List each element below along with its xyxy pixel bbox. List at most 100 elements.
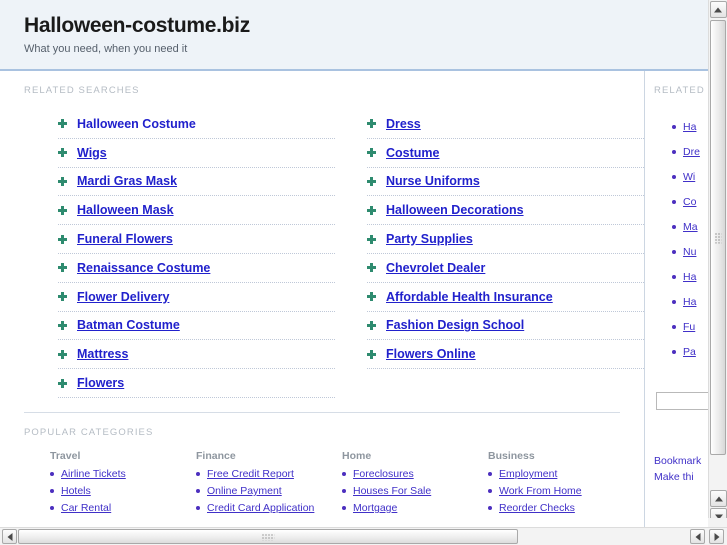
category-link[interactable]: Car Rental (61, 502, 111, 514)
sidebar-link-item[interactable]: Ma (672, 214, 708, 239)
related-search-item[interactable]: Funeral Flowers (58, 225, 335, 254)
related-search-link[interactable]: Halloween Decorations (386, 203, 524, 217)
category-item[interactable]: Free Credit Report (196, 468, 342, 480)
related-search-link[interactable]: Mattress (77, 347, 128, 361)
category-item[interactable]: Car Rental (50, 502, 196, 514)
related-search-link[interactable]: Affordable Health Insurance (386, 290, 553, 304)
related-search-item[interactable]: Halloween Mask (58, 196, 335, 226)
category-item[interactable]: Employment (488, 468, 634, 480)
related-search-link[interactable]: Party Supplies (386, 232, 473, 246)
sidebar-link-item[interactable]: Ha (672, 264, 708, 289)
category-item[interactable]: Houses For Sale (342, 485, 488, 497)
related-search-item[interactable]: Halloween Costume (58, 110, 335, 139)
related-search-item[interactable]: Flower Delivery (58, 283, 335, 312)
sidebar-link-item[interactable]: Ha (672, 289, 708, 314)
related-search-link[interactable]: Halloween Costume (77, 117, 196, 131)
category-item[interactable]: Airline Tickets (50, 468, 196, 480)
related-search-item[interactable]: Party Supplies (367, 225, 644, 254)
triangle-left-icon (7, 532, 12, 541)
star-bullet-icon (367, 320, 376, 330)
category-item[interactable]: Online Payment (196, 485, 342, 497)
related-search-item[interactable]: Flowers Online (367, 340, 644, 370)
sidebar-link[interactable]: Dre (683, 146, 700, 158)
category-link[interactable]: Houses For Sale (353, 485, 431, 497)
sidebar-link-item[interactable]: Dre (672, 139, 708, 164)
category-item[interactable]: Reorder Checks (488, 502, 634, 514)
related-search-item[interactable]: Renaissance Costume (58, 254, 335, 283)
sidebar-link-item[interactable]: Fu (672, 314, 708, 339)
make-homepage-link[interactable]: Make thi (654, 469, 708, 485)
sidebar-footer-links[interactable]: Bookmark Make thi (646, 411, 708, 486)
category-link[interactable]: Work From Home (499, 485, 582, 497)
related-search-item[interactable]: Costume (367, 139, 644, 168)
sidebar-link[interactable]: Ha (683, 121, 696, 133)
related-search-item[interactable]: Chevrolet Dealer (367, 254, 644, 283)
sidebar-link[interactable]: Nu (683, 246, 696, 258)
vertical-scrollbar[interactable] (708, 0, 727, 527)
related-search-item[interactable]: Batman Costume (58, 312, 335, 341)
related-search-link[interactable]: Renaissance Costume (77, 261, 210, 275)
related-search-link[interactable]: Flower Delivery (77, 290, 169, 304)
sidebar-link[interactable]: Wi (683, 171, 695, 183)
category-item[interactable]: Foreclosures (342, 468, 488, 480)
related-search-item[interactable]: Nurse Uniforms (367, 168, 644, 197)
horizontal-scrollbar[interactable] (0, 527, 727, 545)
related-search-item[interactable]: Wigs (58, 139, 335, 168)
dot-bullet-icon (672, 199, 676, 204)
category-link[interactable]: Employment (499, 468, 557, 480)
related-search-item[interactable]: Mardi Gras Mask (58, 168, 335, 197)
related-search-link[interactable]: Flowers (77, 376, 124, 390)
bookmark-link[interactable]: Bookmark (654, 453, 708, 469)
category-link[interactable]: Mortgage (353, 502, 397, 514)
scroll-up-button-bottom[interactable] (710, 490, 727, 507)
scroll-left-button-right[interactable] (690, 529, 705, 544)
vertical-scrollbar-thumb[interactable] (710, 20, 726, 455)
related-search-link[interactable]: Nurse Uniforms (386, 174, 480, 188)
category-item[interactable]: Mortgage (342, 502, 488, 514)
related-search-link[interactable]: Chevrolet Dealer (386, 261, 485, 275)
category-link[interactable]: Airline Tickets (61, 468, 126, 480)
related-search-item[interactable]: Affordable Health Insurance (367, 283, 644, 312)
category-link[interactable]: Reorder Checks (499, 502, 575, 514)
related-search-item[interactable]: Dress (367, 110, 644, 139)
star-bullet-icon (58, 176, 67, 186)
category-link[interactable]: Foreclosures (353, 468, 414, 480)
related-search-link[interactable]: Halloween Mask (77, 203, 174, 217)
sidebar-link-item[interactable]: Pa (672, 339, 708, 364)
sidebar-link-item[interactable]: Nu (672, 239, 708, 264)
horizontal-scrollbar-thumb[interactable] (18, 529, 518, 544)
scroll-left-button[interactable] (2, 529, 17, 544)
main-content: RELATED SEARCHES Halloween Costume Wigs Ma… (0, 71, 645, 527)
related-search-link[interactable]: Funeral Flowers (77, 232, 173, 246)
category-item[interactable]: Hotels (50, 485, 196, 497)
sidebar-link-item[interactable]: Ha (672, 114, 708, 139)
related-search-link[interactable]: Wigs (77, 146, 107, 160)
category-link[interactable]: Hotels (61, 485, 91, 497)
sidebar-link[interactable]: Ha (683, 271, 696, 283)
category-link[interactable]: Credit Card Application (207, 502, 314, 514)
category-link[interactable]: Online Payment (207, 485, 282, 497)
sidebar-link-item[interactable]: Wi (672, 164, 708, 189)
related-search-item[interactable]: Flowers (58, 369, 335, 398)
scroll-right-button[interactable] (709, 529, 724, 544)
category-item[interactable]: Credit Card Application (196, 502, 342, 514)
sidebar-link[interactable]: Ha (683, 296, 696, 308)
related-search-item[interactable]: Mattress (58, 340, 335, 370)
related-search-link[interactable]: Fashion Design School (386, 318, 524, 332)
related-search-link[interactable]: Flowers Online (386, 347, 476, 361)
related-search-link[interactable]: Dress (386, 117, 421, 131)
related-search-link[interactable]: Mardi Gras Mask (77, 174, 177, 188)
sidebar-link[interactable]: Ma (683, 221, 698, 233)
category-item[interactable]: Work From Home (488, 485, 634, 497)
sidebar-link[interactable]: Fu (683, 321, 695, 333)
sidebar-link[interactable]: Co (683, 196, 696, 208)
category-link[interactable]: Free Credit Report (207, 468, 294, 480)
related-search-link[interactable]: Costume (386, 146, 439, 160)
related-search-item[interactable]: Halloween Decorations (367, 196, 644, 226)
related-search-link[interactable]: Batman Costume (77, 318, 180, 332)
related-search-item[interactable]: Fashion Design School (367, 312, 644, 341)
scroll-up-button[interactable] (709, 1, 727, 18)
sidebar-link-item[interactable]: Co (672, 189, 708, 214)
sidebar-link[interactable]: Pa (683, 346, 696, 358)
sidebar-search-input[interactable] (656, 392, 708, 410)
